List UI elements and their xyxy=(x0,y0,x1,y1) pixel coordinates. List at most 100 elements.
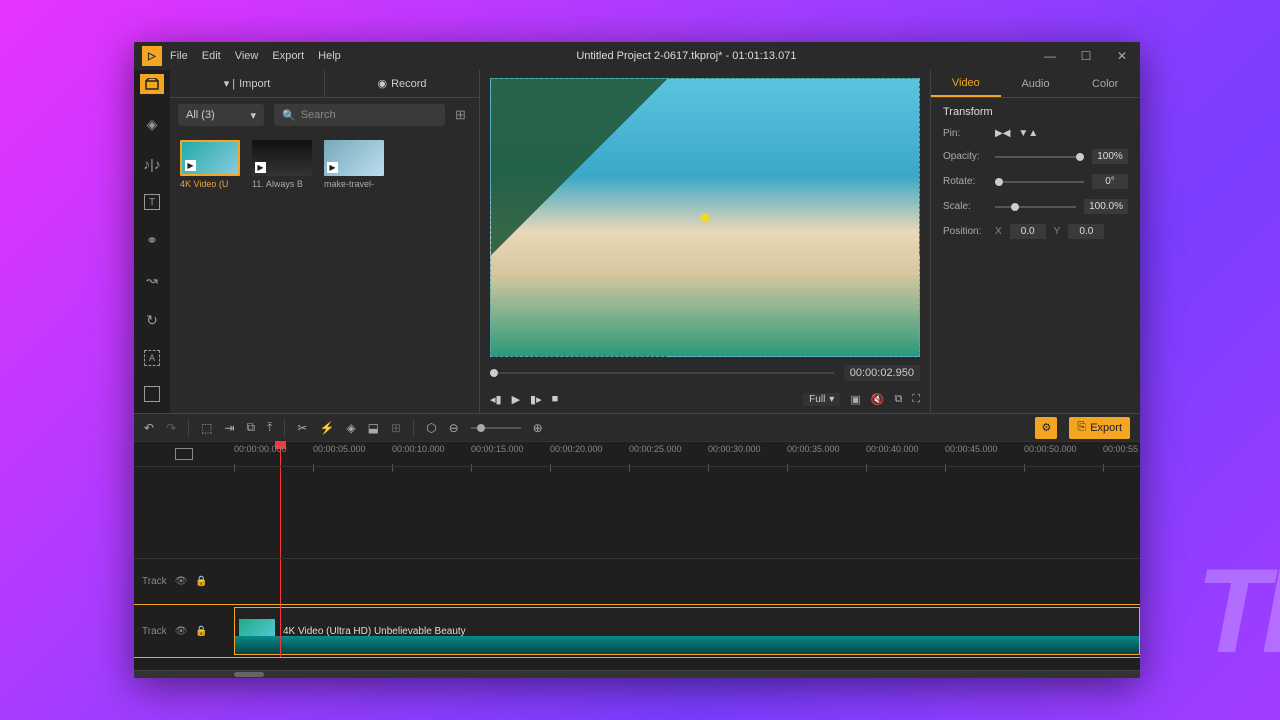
minimize-button[interactable]: — xyxy=(1032,42,1068,70)
pos-x-label: X xyxy=(995,226,1002,237)
tab-video[interactable]: Video xyxy=(931,70,1001,97)
timeline-ruler[interactable]: 00:00:00.00000:00:05.00000:00:10.00000:0… xyxy=(234,442,1140,466)
aspect-icon[interactable] xyxy=(144,386,160,402)
crop-icon[interactable]: ◈ xyxy=(346,421,355,435)
window-title: Untitled Project 2-0617.tkproj* - 01:01:… xyxy=(341,50,1032,62)
ruler-tick: 00:00:45.000 xyxy=(945,444,998,454)
tool-icon[interactable]: ⬚ xyxy=(201,421,212,435)
mute-icon[interactable]: 🔇 xyxy=(871,393,885,406)
menu-export[interactable]: Export xyxy=(272,50,304,62)
timeline-track[interactable]: Track 👁 🔒 xyxy=(134,558,1140,604)
track-label: Track xyxy=(142,576,167,587)
annotation-icon[interactable]: A xyxy=(144,350,160,366)
zoom-slider[interactable] xyxy=(471,427,521,429)
menu-view[interactable]: View xyxy=(235,50,259,62)
play-badge-icon: ▶ xyxy=(185,160,196,171)
scale-slider[interactable] xyxy=(995,206,1076,208)
menu-file[interactable]: File xyxy=(170,50,188,62)
preview-viewport[interactable] xyxy=(490,78,920,357)
track-visibility-icon[interactable]: 👁 xyxy=(175,626,188,637)
close-button[interactable]: ✕ xyxy=(1104,42,1140,70)
search-icon: 🔍 xyxy=(282,109,296,122)
pos-y-value[interactable]: 0.0 xyxy=(1068,224,1104,239)
preview-scrubber[interactable] xyxy=(490,372,834,374)
tool-icon[interactable]: ⇥ xyxy=(224,421,234,435)
media-thumb[interactable]: ▶4K Video (U xyxy=(180,140,240,189)
preview-timecode: 00:00:02.950 xyxy=(844,365,920,381)
position-label: Position: xyxy=(943,226,987,237)
export-button[interactable]: ⎘Export xyxy=(1069,417,1130,439)
playhead-line xyxy=(280,605,281,657)
menu-edit[interactable]: Edit xyxy=(202,50,221,62)
redo-icon[interactable]: ↷ xyxy=(166,421,176,435)
media-thumb[interactable]: ▶make-travel- xyxy=(324,140,384,189)
opacity-label: Opacity: xyxy=(943,151,987,162)
menu-help[interactable]: Help xyxy=(318,50,341,62)
maximize-button[interactable]: ☐ xyxy=(1068,42,1104,70)
track-lock-icon[interactable]: 🔒 xyxy=(195,626,207,637)
prev-frame-button[interactable]: ◂▮ xyxy=(490,393,502,406)
ruler-tick: 00:00:35.000 xyxy=(787,444,840,454)
layers-icon[interactable]: ◈ xyxy=(142,114,162,134)
opacity-value[interactable]: 100% xyxy=(1092,149,1128,164)
timeline-empty-area[interactable] xyxy=(134,466,1140,558)
transform-section-title: Transform xyxy=(943,106,1128,118)
timeline-scrollbar[interactable] xyxy=(134,670,1140,678)
media-thumb[interactable]: ▶11. Always B xyxy=(252,140,312,189)
titlebar: ▷ File Edit View Export Help Untitled Pr… xyxy=(134,42,1140,70)
zoom-out-icon[interactable]: ⊖ xyxy=(449,421,459,435)
scale-label: Scale: xyxy=(943,201,987,212)
scale-value[interactable]: 100.0% xyxy=(1084,199,1128,214)
pin-left-icon[interactable]: ▶◀ xyxy=(995,128,1010,139)
play-button[interactable]: ▶ xyxy=(512,393,520,406)
grid-view-icon[interactable]: ⊞ xyxy=(455,107,471,123)
stop-button[interactable]: ■ xyxy=(552,393,559,406)
cut-icon[interactable]: ✂ xyxy=(297,421,307,435)
pos-x-value[interactable]: 0.0 xyxy=(1010,224,1046,239)
record-button[interactable]: ◉Record xyxy=(325,70,479,97)
media-tab-icon[interactable] xyxy=(140,74,164,94)
tab-color[interactable]: Color xyxy=(1070,70,1140,97)
track-lock-icon[interactable]: 🔒 xyxy=(195,576,207,587)
next-frame-button[interactable]: ▮▸ xyxy=(530,393,542,406)
transform-handle-icon[interactable] xyxy=(701,213,710,222)
track-header-icon[interactable] xyxy=(175,448,193,460)
media-panel: ▾ |Import ◉Record All (3)▾ 🔍Search ⊞ ▶4K… xyxy=(170,70,480,413)
tool-icon[interactable]: ⬓ xyxy=(368,421,379,435)
rotate-value[interactable]: 0° xyxy=(1092,174,1128,189)
pin-label: Pin: xyxy=(943,128,987,139)
clip-audio-waveform xyxy=(235,636,1139,654)
effects-icon[interactable]: ⚭ xyxy=(142,230,162,250)
ruler-tick: 00:00:50.000 xyxy=(1024,444,1077,454)
zoom-in-icon[interactable]: ⊕ xyxy=(533,421,543,435)
text-icon[interactable]: T xyxy=(144,194,160,210)
import-button[interactable]: ▾ |Import xyxy=(170,70,325,97)
speed-icon[interactable]: ⚡ xyxy=(319,421,334,435)
fit-dropdown[interactable]: Full▾ xyxy=(803,393,840,406)
motion-icon[interactable]: ↻ xyxy=(142,310,162,330)
loop-icon[interactable]: ⧉ xyxy=(894,393,902,406)
rotate-slider[interactable] xyxy=(995,181,1084,183)
media-filter-dropdown[interactable]: All (3)▾ xyxy=(178,104,264,126)
ruler-tick: 00:00:00.000 xyxy=(234,444,287,454)
snapshot-icon[interactable]: ▣ xyxy=(850,393,860,406)
settings-button[interactable]: ⚙ xyxy=(1035,417,1057,439)
marker-icon[interactable]: ⬡ xyxy=(426,421,436,435)
tool-icon[interactable]: ⧉ xyxy=(247,420,256,435)
undo-icon[interactable]: ↶ xyxy=(144,421,154,435)
fullscreen-icon[interactable]: ⛶ xyxy=(912,393,920,406)
opacity-slider[interactable] xyxy=(995,156,1084,158)
upper-pane: ◈ ♪|♪ T ⚭ ↝ ↻ A ▾ |Import ◉Record All (3… xyxy=(134,70,1140,414)
transition-icon[interactable]: ↝ xyxy=(142,270,162,290)
timeline-track[interactable]: Track👁🔒 4K Video (Ultra HD) Unbelievable… xyxy=(134,604,1140,658)
tool-icon[interactable]: ⊞ xyxy=(391,421,401,435)
tool-icon[interactable]: ⤒ xyxy=(267,420,272,435)
left-sidebar: ◈ ♪|♪ T ⚭ ↝ ↻ A xyxy=(134,70,170,413)
pin-center-icon[interactable]: ▼▲ xyxy=(1018,128,1038,139)
audio-icon[interactable]: ♪|♪ xyxy=(142,154,162,174)
tab-audio[interactable]: Audio xyxy=(1001,70,1071,97)
timeline-clip[interactable]: 4K Video (Ultra HD) Unbelievable Beauty xyxy=(234,607,1140,655)
ruler-tick: 00:00:15.000 xyxy=(471,444,524,454)
track-visibility-icon[interactable]: 👁 xyxy=(175,576,188,587)
search-input[interactable]: 🔍Search xyxy=(274,104,445,126)
